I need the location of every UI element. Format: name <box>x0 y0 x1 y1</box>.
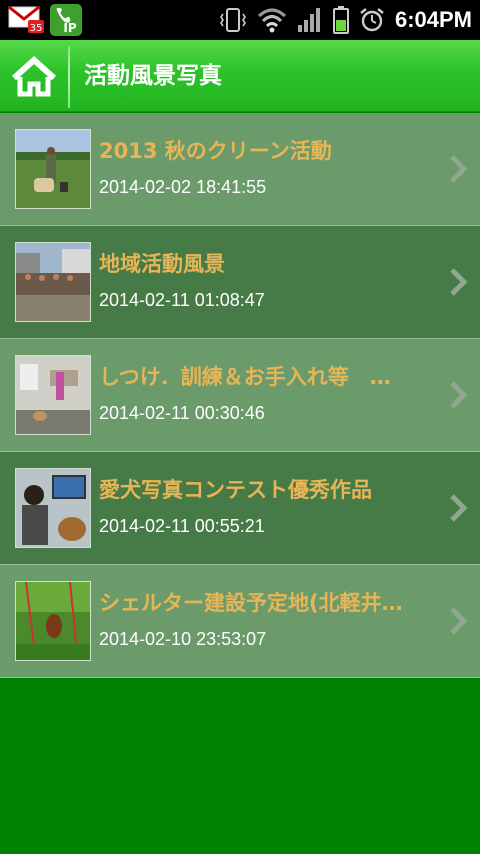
ip-phone-icon: IP <box>50 4 82 36</box>
chevron-right-icon <box>450 494 468 522</box>
ip-label: IP <box>63 21 76 35</box>
page-title: 活動風景写真 <box>84 63 222 89</box>
empty-area <box>0 680 480 854</box>
album-list: 2013 秋のクリーン活動 2014-02-02 18:41:55 地域活動風景… <box>0 113 480 678</box>
album-title: 2013 秋のクリーン活動 <box>99 139 332 163</box>
album-title: シェルター建設予定地(北軽井… <box>99 591 403 615</box>
album-title: しつけ．訓練＆お手入れ等 … <box>99 365 391 389</box>
album-date: 2014-02-11 01:08:47 <box>99 290 265 310</box>
list-item[interactable]: 2013 秋のクリーン活動 2014-02-02 18:41:55 <box>0 113 480 226</box>
app-header: 活動風景写真 <box>0 40 480 112</box>
mail-badge: 35 <box>30 23 43 34</box>
album-title: 愛犬写真コンテスト優秀作品 <box>99 478 372 502</box>
list-item[interactable]: シェルター建設予定地(北軽井… 2014-02-10 23:53:07 <box>0 565 480 678</box>
album-thumbnail <box>15 468 91 548</box>
album-thumbnail <box>15 129 91 209</box>
chevron-right-icon <box>450 268 468 296</box>
status-bar: 35 IP 6:04PM <box>0 0 480 40</box>
album-date: 2014-02-11 00:55:21 <box>99 516 265 536</box>
status-time: 6:04PM <box>394 7 472 32</box>
album-title: 地域活動風景 <box>99 252 225 276</box>
list-item[interactable]: 愛犬写真コンテスト優秀作品 2014-02-11 00:55:21 <box>0 452 480 565</box>
album-thumbnail <box>15 581 91 661</box>
chevron-right-icon <box>450 607 468 635</box>
header-divider <box>68 46 70 108</box>
list-item[interactable]: 地域活動風景 2014-02-11 01:08:47 <box>0 226 480 339</box>
home-button[interactable] <box>0 40 68 112</box>
album-thumbnail <box>15 355 91 435</box>
battery-icon <box>332 6 349 34</box>
mail-notification-icon: 35 <box>8 4 44 34</box>
home-icon <box>11 55 57 97</box>
signal-icon <box>297 8 320 32</box>
album-date: 2014-02-02 18:41:55 <box>99 177 267 197</box>
album-date: 2014-02-11 00:30:46 <box>99 403 265 423</box>
alarm-icon <box>360 8 384 32</box>
album-thumbnail <box>15 242 91 322</box>
vibrate-icon <box>219 8 246 32</box>
album-date: 2014-02-10 23:53:07 <box>99 629 267 649</box>
chevron-right-icon <box>450 155 468 183</box>
wifi-icon <box>257 8 286 33</box>
list-item[interactable]: しつけ．訓練＆お手入れ等 … 2014-02-11 00:30:46 <box>0 339 480 452</box>
chevron-right-icon <box>450 381 468 409</box>
